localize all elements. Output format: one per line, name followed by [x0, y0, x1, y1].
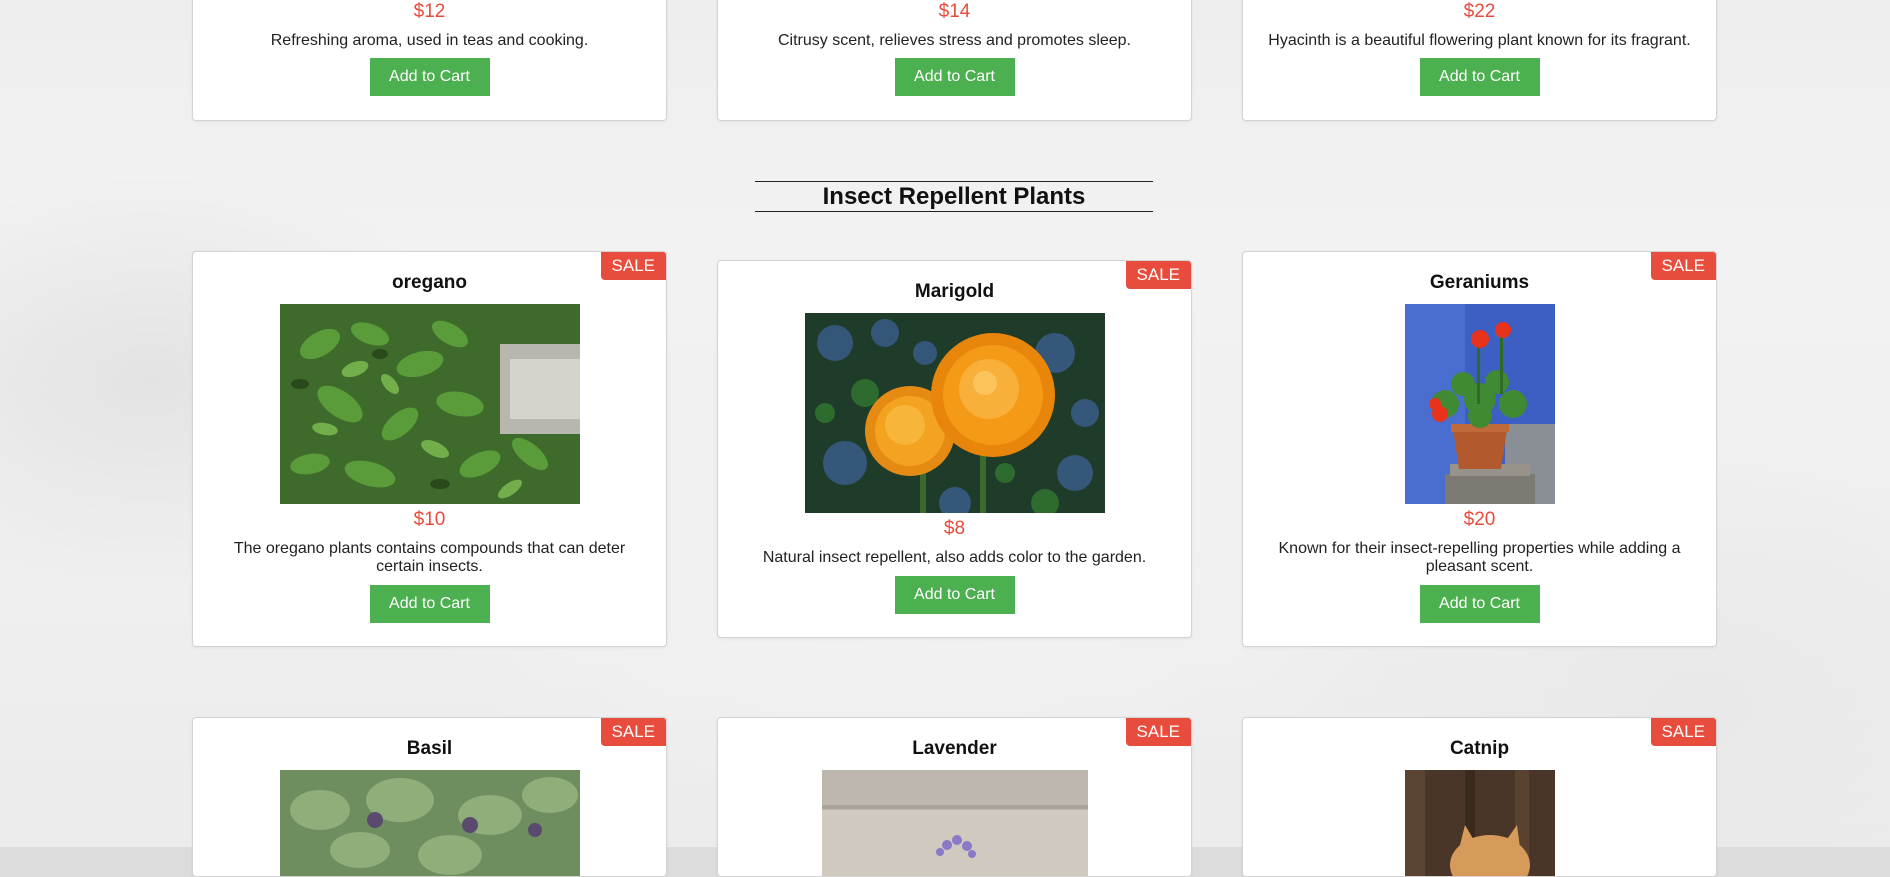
lavender-image: [821, 770, 1088, 876]
product-card-geraniums: SALE Geraniums $20 Known for their insec…: [1242, 251, 1717, 647]
product-description: The oregano plants contains compounds th…: [233, 540, 626, 575]
product-name: Marigold: [914, 281, 995, 302]
product-price: $20: [1463, 509, 1496, 530]
product-description: Natural insect repellent, also adds colo…: [762, 549, 1147, 566]
product-description: Known for their insect-repelling propert…: [1278, 540, 1681, 575]
product-card: $14 Citrusy scent, relieves stress and p…: [717, 0, 1192, 121]
product-description: Refreshing aroma, used in teas and cooki…: [270, 32, 589, 49]
product-name: Catnip: [1449, 738, 1510, 759]
product-name: Basil: [406, 738, 453, 759]
add-to-cart-button[interactable]: Add to Cart: [894, 58, 1015, 96]
product-description: Hyacinth is a beautiful flowering plant …: [1268, 32, 1691, 49]
product-price: $10: [413, 509, 446, 530]
section-title: Insect Repellent Plants: [755, 181, 1153, 212]
add-to-cart-button[interactable]: Add to Cart: [1419, 585, 1540, 623]
product-price: $22: [1463, 1, 1496, 22]
product-price: $12: [413, 1, 446, 22]
add-to-cart-button[interactable]: Add to Cart: [1419, 58, 1540, 96]
product-card: $22 Hyacinth is a beautiful flowering pl…: [1242, 0, 1717, 121]
product-card-oregano: SALE oregano $10 The oregano plants cont…: [192, 251, 667, 647]
basil-image: [279, 770, 580, 876]
product-card-lavender: SALE Lavender: [717, 717, 1192, 877]
oregano-image: [279, 304, 580, 504]
product-card-catnip: SALE Catnip: [1242, 717, 1717, 877]
product-name: Lavender: [912, 738, 997, 759]
product-name: Geraniums: [1429, 272, 1530, 293]
product-price: $14: [938, 1, 971, 22]
marigold-image: [804, 313, 1105, 513]
catnip-image: [1404, 770, 1555, 876]
product-name: oregano: [392, 272, 467, 293]
add-to-cart-button[interactable]: Add to Cart: [894, 576, 1015, 614]
product-card: $12 Refreshing aroma, used in teas and c…: [192, 0, 667, 121]
add-to-cart-button[interactable]: Add to Cart: [369, 585, 490, 623]
product-card-marigold: SALE Marigold $8 Natural insect repellen…: [717, 260, 1192, 638]
product-card-basil: SALE Basil: [192, 717, 667, 877]
product-price: $8: [943, 518, 966, 539]
add-to-cart-button[interactable]: Add to Cart: [369, 58, 490, 96]
geraniums-image: [1404, 304, 1555, 504]
product-description: Citrusy scent, relieves stress and promo…: [777, 32, 1132, 49]
